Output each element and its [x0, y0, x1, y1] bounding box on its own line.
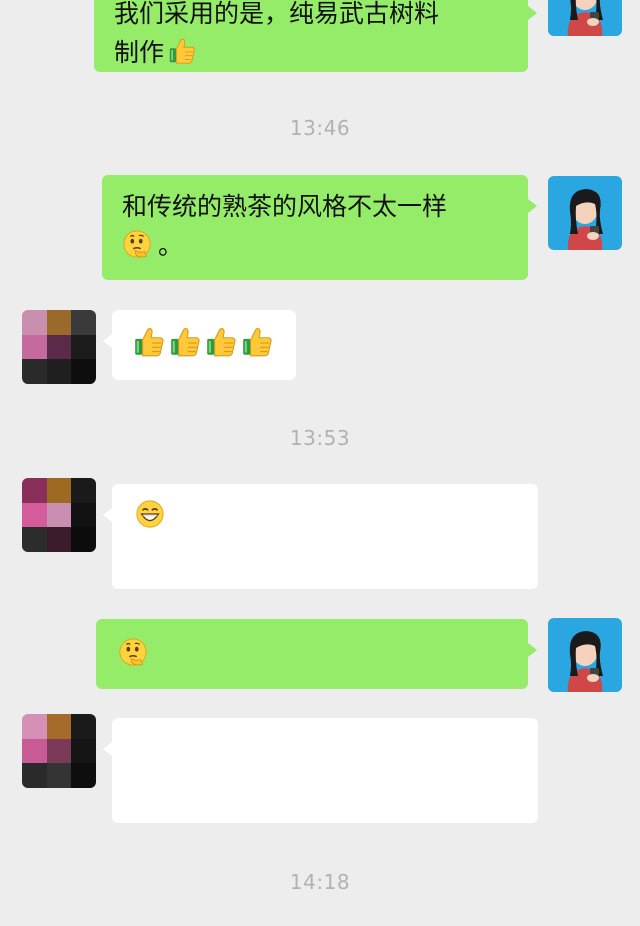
- message-text: 和传统的熟茶的风格不太一样: [122, 192, 448, 221]
- thumbs-up-icon: [132, 325, 166, 359]
- thumbs-up-icon: [240, 325, 274, 359]
- grin-icon: [135, 499, 165, 529]
- thinking-icon: [122, 229, 152, 259]
- contact-avatar[interactable]: [22, 310, 96, 384]
- message-bubble-sent[interactable]: [96, 619, 537, 689]
- thumbs-up-icon: [167, 36, 197, 66]
- message-bubble-sent[interactable]: 和传统的熟茶的风格不太一样 。: [102, 175, 537, 280]
- thumbs-up-icon: [204, 325, 238, 359]
- timestamp: 13:46: [289, 116, 351, 140]
- self-avatar[interactable]: [548, 0, 622, 36]
- woman-with-phone-avatar-icon: [548, 176, 622, 250]
- self-avatar[interactable]: [548, 618, 622, 692]
- message-bubble-received[interactable]: [103, 310, 296, 380]
- thinking-icon: [118, 637, 148, 667]
- woman-with-phone-avatar-icon: [548, 618, 622, 692]
- chat-history[interactable]: 我们采用的是，纯易武古树料 制作 13:46 和传统的熟茶的风格不太一样 。 1…: [0, 0, 640, 926]
- self-avatar[interactable]: [548, 176, 622, 250]
- timestamp: 14:18: [289, 870, 351, 894]
- message-bubble-received[interactable]: [103, 484, 538, 589]
- timestamp: 13:53: [289, 426, 351, 450]
- message-text: 我们采用的是，纯易武古树料: [114, 0, 440, 28]
- message-text: 制作: [114, 38, 165, 67]
- message-bubble-sent[interactable]: 我们采用的是，纯易武古树料 制作: [94, 0, 537, 72]
- contact-avatar[interactable]: [22, 478, 96, 552]
- contact-avatar[interactable]: [22, 714, 96, 788]
- thumbs-up-icon: [168, 325, 202, 359]
- woman-with-phone-avatar-icon: [548, 0, 622, 36]
- message-text: 。: [158, 231, 184, 260]
- message-bubble-received[interactable]: [103, 718, 538, 823]
